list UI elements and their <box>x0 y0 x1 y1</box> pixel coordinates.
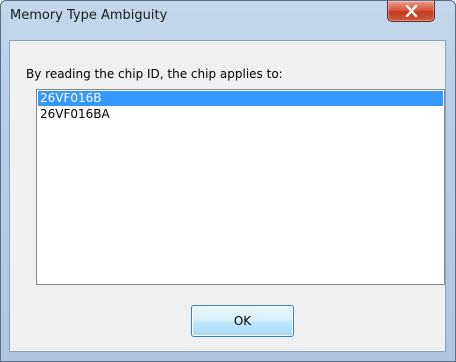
title-bar[interactable]: Memory Type Ambiguity <box>1 1 455 31</box>
close-button[interactable] <box>387 1 435 22</box>
chip-listbox[interactable]: 26VF016B 26VF016BA <box>36 89 445 285</box>
window-title: Memory Type Ambiguity <box>10 8 168 23</box>
prompt-label: By reading the chip ID, the chip applies… <box>26 67 283 81</box>
list-item-26vf016ba[interactable]: 26VF016BA <box>38 107 443 122</box>
list-item-26vf016b[interactable]: 26VF016B <box>38 91 443 106</box>
close-icon <box>405 5 418 17</box>
ok-button[interactable]: OK <box>191 305 294 337</box>
